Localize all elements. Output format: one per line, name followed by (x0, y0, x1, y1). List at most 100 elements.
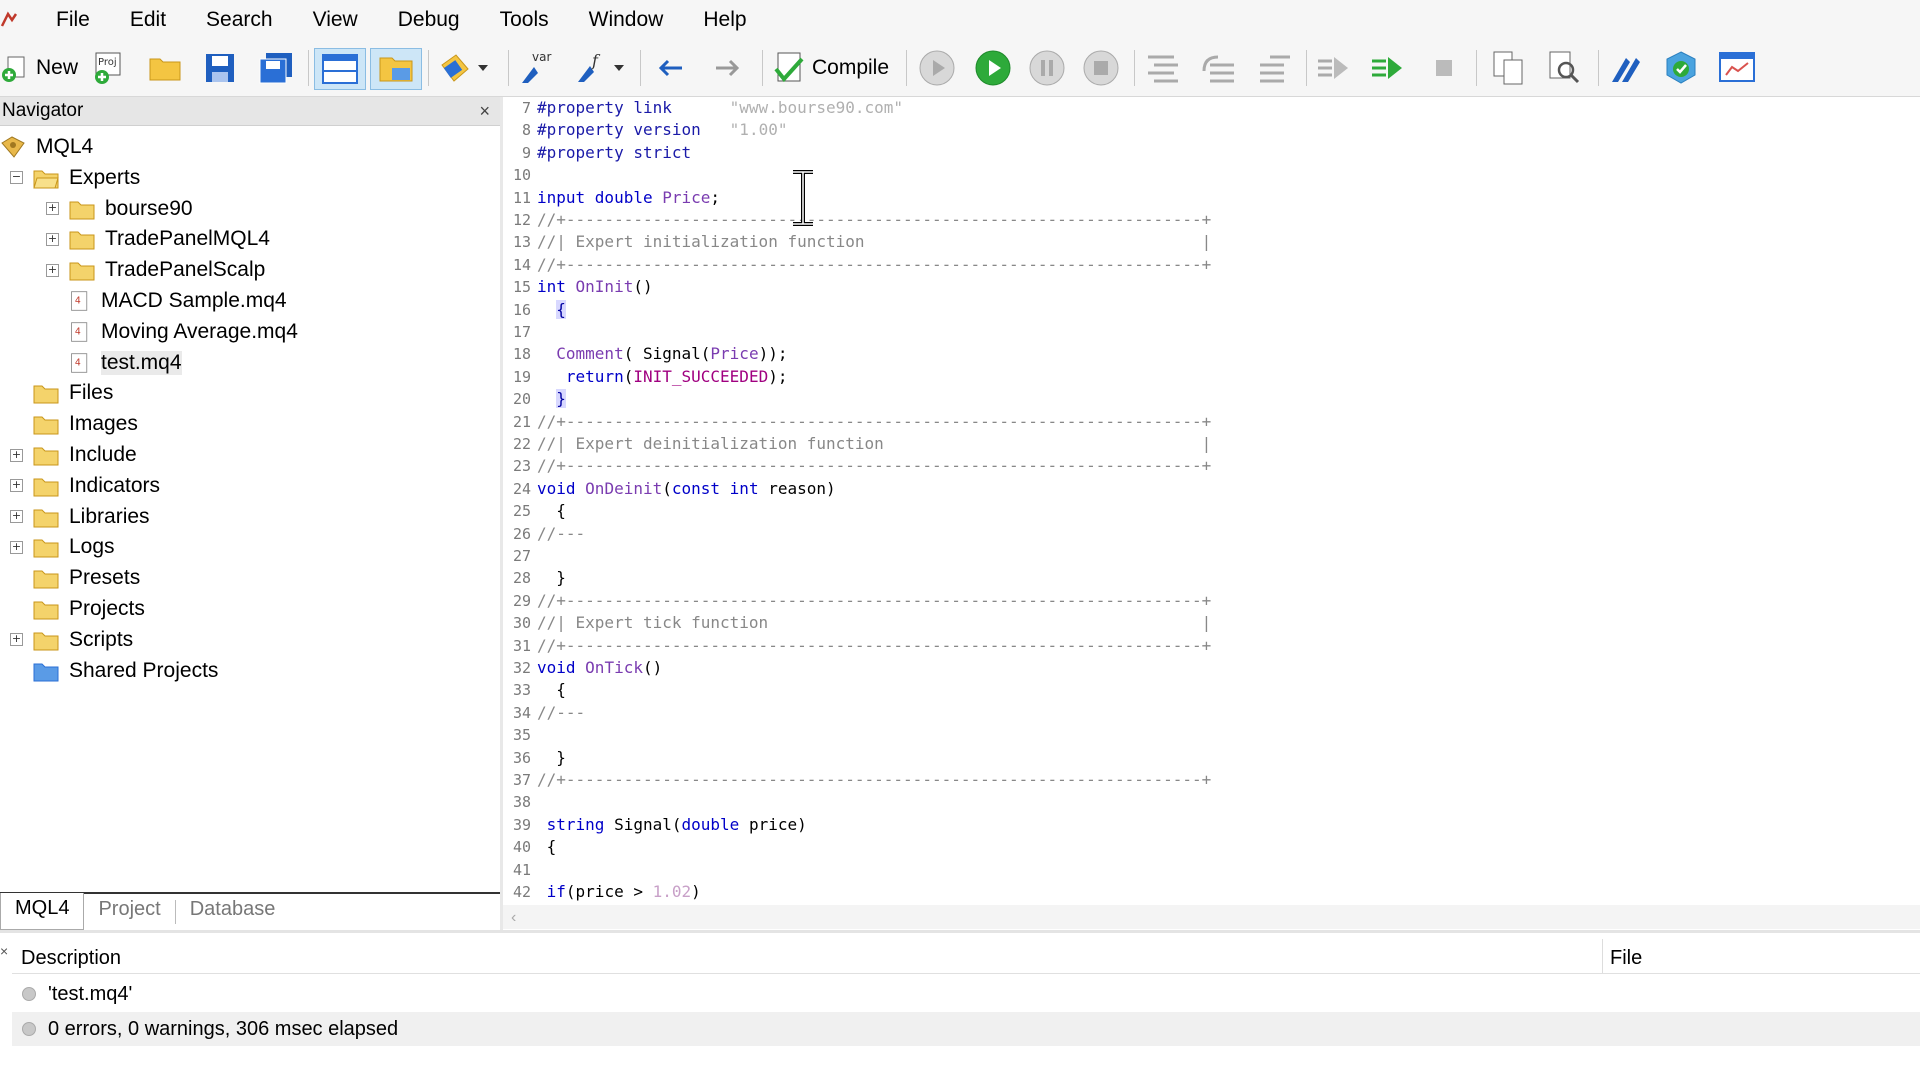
expand-icon[interactable]: + (46, 232, 59, 246)
code-line[interactable]: //+-------------------------------------… (537, 209, 1211, 231)
code-line[interactable]: { (537, 299, 566, 321)
code-line[interactable]: //+-------------------------------------… (537, 455, 1211, 477)
code-line[interactable]: #property strict (537, 142, 691, 164)
code-line[interactable]: { (537, 500, 566, 522)
table-row[interactable]: 0 errors, 0 warnings, 306 msec elapsed (12, 1012, 1920, 1046)
toolbox-toggle-button[interactable] (370, 48, 422, 90)
tree-item[interactable]: + bourse90 (46, 194, 193, 224)
tree-item[interactable]: Files (10, 378, 113, 408)
code-line[interactable]: //| Expert deinitialization function | (537, 433, 1211, 455)
code-line[interactable]: //+-------------------------------------… (537, 635, 1211, 657)
tab-project[interactable]: Project (84, 894, 174, 930)
menu-tools[interactable]: Tools (480, 0, 569, 40)
styler-button[interactable] (438, 48, 488, 88)
new-button[interactable]: New (0, 48, 78, 88)
scroll-left-icon[interactable]: ‹ (511, 909, 516, 927)
tab-database[interactable]: Database (176, 894, 290, 930)
save-button[interactable] (204, 48, 236, 88)
code-line[interactable]: string Signal(double price) (537, 814, 807, 836)
toolbox-close-icon[interactable]: × (0, 943, 8, 959)
expand-icon[interactable]: + (46, 263, 59, 277)
run-to-button[interactable] (1316, 48, 1350, 88)
navigator-close-icon[interactable]: × (479, 101, 490, 122)
menu-file[interactable]: File (36, 0, 110, 40)
tree-item[interactable]: − Experts (10, 163, 140, 193)
code-line[interactable]: return(INIT_SUCCEEDED); (537, 366, 788, 388)
navigator-toggle-button[interactable] (314, 48, 366, 90)
code-line[interactable]: { (537, 679, 566, 701)
variables-button[interactable]: var (518, 48, 556, 88)
search-button[interactable] (1546, 48, 1582, 88)
tree-item[interactable]: Presets (10, 563, 140, 593)
storage-button[interactable] (1662, 48, 1700, 88)
tree-item[interactable]: 4 Moving Average.mq4 (46, 317, 298, 347)
code-line[interactable]: void OnTick() (537, 657, 662, 679)
back-button[interactable] (656, 48, 686, 88)
column-file[interactable]: File (1610, 947, 1642, 970)
code-line[interactable]: //+-------------------------------------… (537, 769, 1211, 791)
code-line[interactable]: void OnDeinit(const int reason) (537, 478, 836, 500)
code-line[interactable]: //+-------------------------------------… (537, 254, 1211, 276)
column-description[interactable]: Description (21, 947, 121, 970)
step-out-button[interactable] (1256, 48, 1294, 88)
function-button[interactable]: f (574, 48, 624, 88)
copy-button[interactable] (1490, 48, 1526, 88)
tab-mql4[interactable]: MQL4 (0, 893, 85, 930)
code-line[interactable]: #property version "1.00" (537, 119, 787, 141)
code-line[interactable]: #property link "www.bourse90.com" (537, 97, 903, 119)
tree-item[interactable]: MQL4 (0, 132, 93, 162)
code-line[interactable]: //+-------------------------------------… (537, 411, 1211, 433)
tree-item[interactable]: Images (10, 409, 138, 439)
tree-item[interactable]: + TradePanelMQL4 (46, 224, 270, 254)
expand-icon[interactable]: + (10, 448, 23, 462)
code-line[interactable]: input double Price; (537, 187, 720, 209)
menu-view[interactable]: View (293, 0, 378, 40)
expand-icon[interactable]: + (10, 510, 23, 524)
code-line[interactable]: //--- (537, 523, 585, 545)
code-line[interactable]: Comment( Signal(Price)); (537, 343, 787, 365)
collapse-icon[interactable]: − (10, 171, 23, 185)
stop-button[interactable] (1082, 48, 1120, 88)
step-into-button[interactable] (1144, 48, 1182, 88)
step-over-button[interactable] (1200, 48, 1238, 88)
start-real-button[interactable] (918, 48, 956, 88)
code-line[interactable]: } (537, 388, 566, 410)
pause-button[interactable] (1028, 48, 1066, 88)
menu-edit[interactable]: Edit (110, 0, 186, 40)
start-button[interactable] (974, 48, 1012, 88)
tree-item[interactable]: + Logs (10, 532, 115, 562)
code-editor[interactable]: 7 #property link "www.bourse90.com" 8 #prop… (503, 97, 1920, 905)
code-line[interactable]: //--- (537, 702, 585, 724)
expand-icon[interactable]: + (10, 479, 23, 493)
code-line[interactable]: } (537, 567, 566, 589)
menu-debug[interactable]: Debug (378, 0, 480, 40)
code-line[interactable]: //| Expert tick function | (537, 612, 1211, 634)
forward-button[interactable] (712, 48, 742, 88)
tree-item[interactable]: Projects (10, 594, 145, 624)
tree-item[interactable]: Shared Projects (10, 656, 218, 686)
code-line[interactable]: if(price > 1.02) (537, 881, 701, 903)
open-button[interactable] (148, 48, 184, 88)
editor-horizontal-scrollbar[interactable]: ‹ (503, 905, 1920, 929)
code-line[interactable]: //| Expert initialization function | (537, 231, 1211, 253)
save-all-button[interactable] (258, 48, 294, 88)
tree-item[interactable]: + Scripts (10, 625, 133, 655)
tree-item[interactable]: + Indicators (10, 471, 160, 501)
terminal-button[interactable] (1718, 48, 1756, 88)
expand-icon[interactable]: + (10, 540, 23, 554)
table-row[interactable]: 'test.mq4' (12, 977, 1920, 1011)
code-line[interactable]: int OnInit() (537, 276, 653, 298)
stop-debug-button[interactable] (1432, 48, 1456, 88)
tree-item[interactable]: + Libraries (10, 502, 150, 532)
menu-search[interactable]: Search (186, 0, 293, 40)
code-line[interactable]: { (537, 836, 557, 858)
code-line[interactable]: //+-------------------------------------… (537, 590, 1211, 612)
run-button[interactable] (1370, 48, 1404, 88)
expand-icon[interactable]: + (10, 633, 23, 647)
tree-item[interactable]: + TradePanelScalp (46, 255, 265, 285)
menu-help[interactable]: Help (683, 0, 766, 40)
new-project-button[interactable]: Proj (92, 48, 126, 88)
mql5-community-button[interactable] (1608, 48, 1646, 88)
code-line[interactable]: } (537, 747, 566, 769)
tree-item[interactable]: + Include (10, 440, 137, 470)
